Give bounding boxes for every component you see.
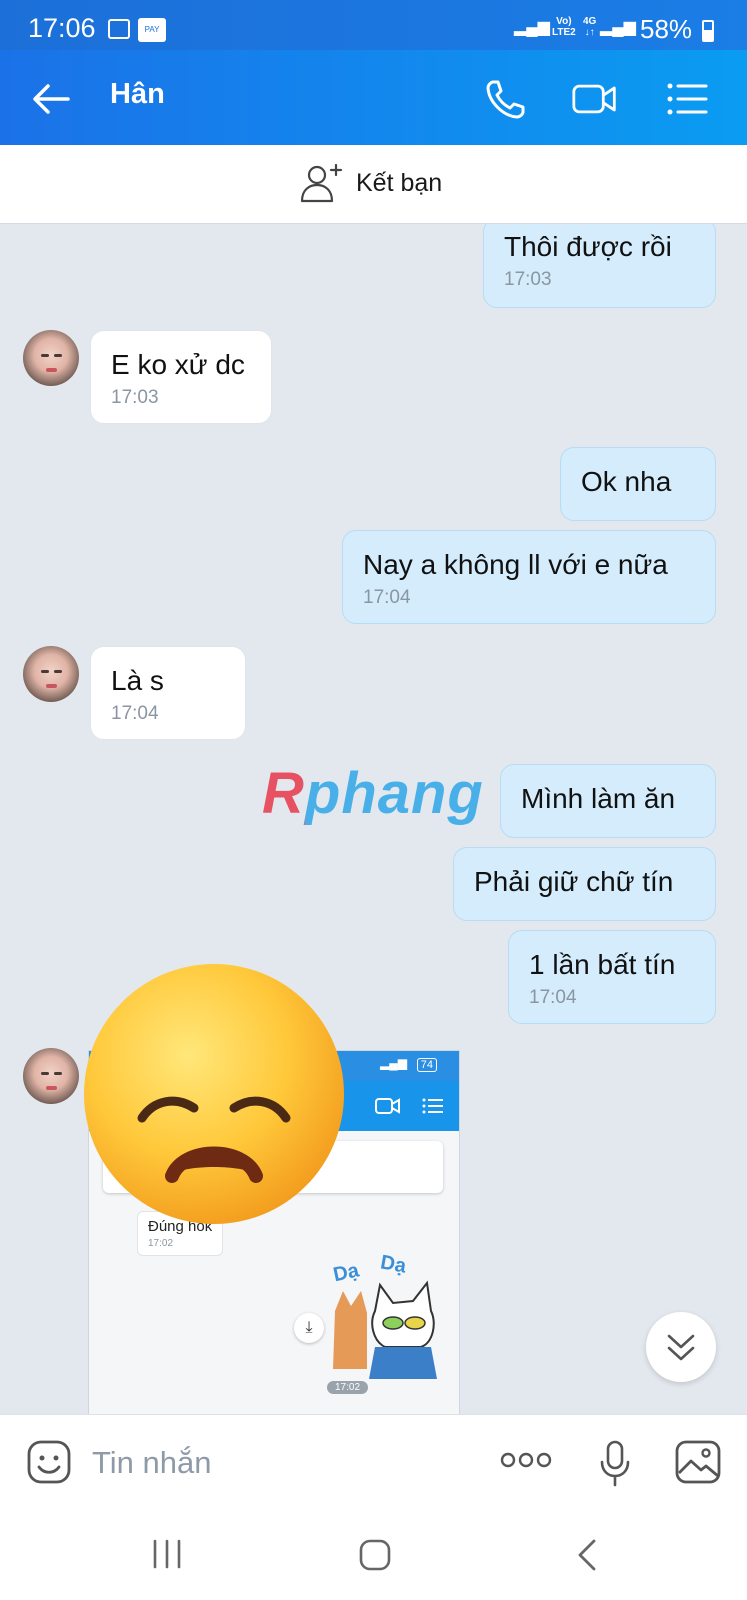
home-icon[interactable] xyxy=(358,1538,392,1572)
chat-header: Hân xyxy=(0,50,747,145)
pay-notification-icon: PAY xyxy=(138,18,166,42)
watermark-logo: Rphang xyxy=(262,761,484,826)
message-bubble-outgoing[interactable]: Thôi được rồi 17:03 xyxy=(483,224,716,308)
menu-list-icon[interactable] xyxy=(664,76,710,122)
svg-text:Dạ: Dạ xyxy=(331,1259,361,1286)
message-bubble-incoming[interactable]: Là s 17:04 xyxy=(90,646,246,740)
message-bubble-outgoing[interactable]: Phải giữ chữ tín xyxy=(453,847,716,921)
contact-avatar[interactable] xyxy=(23,1048,79,1104)
contact-avatar[interactable] xyxy=(23,646,79,702)
more-options-icon[interactable] xyxy=(500,1449,552,1471)
signal-icon: ▂▄▆ xyxy=(514,19,550,36)
microphone-icon[interactable] xyxy=(598,1439,632,1489)
battery-icon xyxy=(702,20,714,42)
contact-avatar[interactable] xyxy=(23,330,79,386)
back-arrow-icon[interactable] xyxy=(30,78,72,120)
sad-face-emoji-icon xyxy=(84,964,344,1224)
signal-icon-2: ▂▄▆ xyxy=(600,19,636,36)
add-friend-label: Kết bạn xyxy=(356,168,443,197)
video-call-icon[interactable] xyxy=(572,76,618,122)
message-time: 17:04 xyxy=(363,587,411,608)
message-text: E ko xử dc xyxy=(111,349,245,380)
inner-battery: 74 xyxy=(416,1058,437,1072)
message-bubble-outgoing[interactable]: Ok nha xyxy=(560,447,716,521)
add-friend-bar[interactable]: Kết bạn xyxy=(0,145,747,224)
inner-menu-icon xyxy=(422,1098,443,1114)
sticker-emoji-icon[interactable] xyxy=(26,1439,72,1485)
volte-indicator: Vo) LTE2 xyxy=(552,16,576,38)
inner-message-time: 17:02 xyxy=(148,1238,174,1249)
inner-signal-icon: ▂▄▆ xyxy=(380,1056,407,1070)
message-text: Phải giữ chữ tín xyxy=(474,866,674,897)
inner-video-icon xyxy=(375,1098,400,1114)
message-input[interactable]: Tin nhắn xyxy=(92,1445,212,1481)
message-text: Là s xyxy=(111,665,164,696)
message-text: Ok nha xyxy=(581,466,672,497)
download-icon: ⤓ xyxy=(294,1313,324,1343)
scroll-to-bottom-button[interactable] xyxy=(646,1312,716,1382)
message-time: 17:04 xyxy=(529,987,577,1008)
message-time: 17:04 xyxy=(111,703,159,724)
network-type: 4G ↓↑ xyxy=(583,16,597,38)
double-chevron-down-icon xyxy=(667,1334,695,1361)
message-bubble-incoming[interactable]: E ko xử dc 17:03 xyxy=(90,330,272,424)
message-bubble-outgoing[interactable]: Mình làm ăn xyxy=(500,764,716,838)
message-text: Thôi được rồi xyxy=(504,231,672,262)
message-text: 1 lần bất tín xyxy=(529,949,676,980)
message-bubble-outgoing[interactable]: 1 lần bất tín 17:04 xyxy=(508,930,716,1024)
status-time: 17:06 xyxy=(28,13,96,43)
add-friend-icon xyxy=(300,163,343,203)
system-navigation-bar xyxy=(0,1514,747,1600)
gallery-notification-icon xyxy=(108,19,130,39)
recent-apps-icon[interactable] xyxy=(150,1538,184,1570)
system-back-icon[interactable] xyxy=(575,1538,599,1572)
battery-percent: 58% xyxy=(640,14,693,44)
svg-text:Dạ: Dạ xyxy=(379,1251,409,1277)
message-bubble-outgoing[interactable]: Nay a không ll với e nữa 17:04 xyxy=(342,530,716,624)
contact-name[interactable]: Hân xyxy=(110,78,165,111)
sticker-time: 17:02 xyxy=(327,1381,369,1394)
sticker-image: Dạ Dạ xyxy=(331,1251,437,1379)
message-time: 17:03 xyxy=(111,387,159,408)
message-text: Mình làm ăn xyxy=(521,783,676,814)
message-input-bar: Tin nhắn xyxy=(0,1414,747,1515)
message-text: Nay a không ll với e nữa xyxy=(363,549,668,580)
image-gallery-icon[interactable] xyxy=(674,1439,722,1485)
phone-icon[interactable] xyxy=(483,76,529,122)
message-time: 17:03 xyxy=(504,269,552,290)
